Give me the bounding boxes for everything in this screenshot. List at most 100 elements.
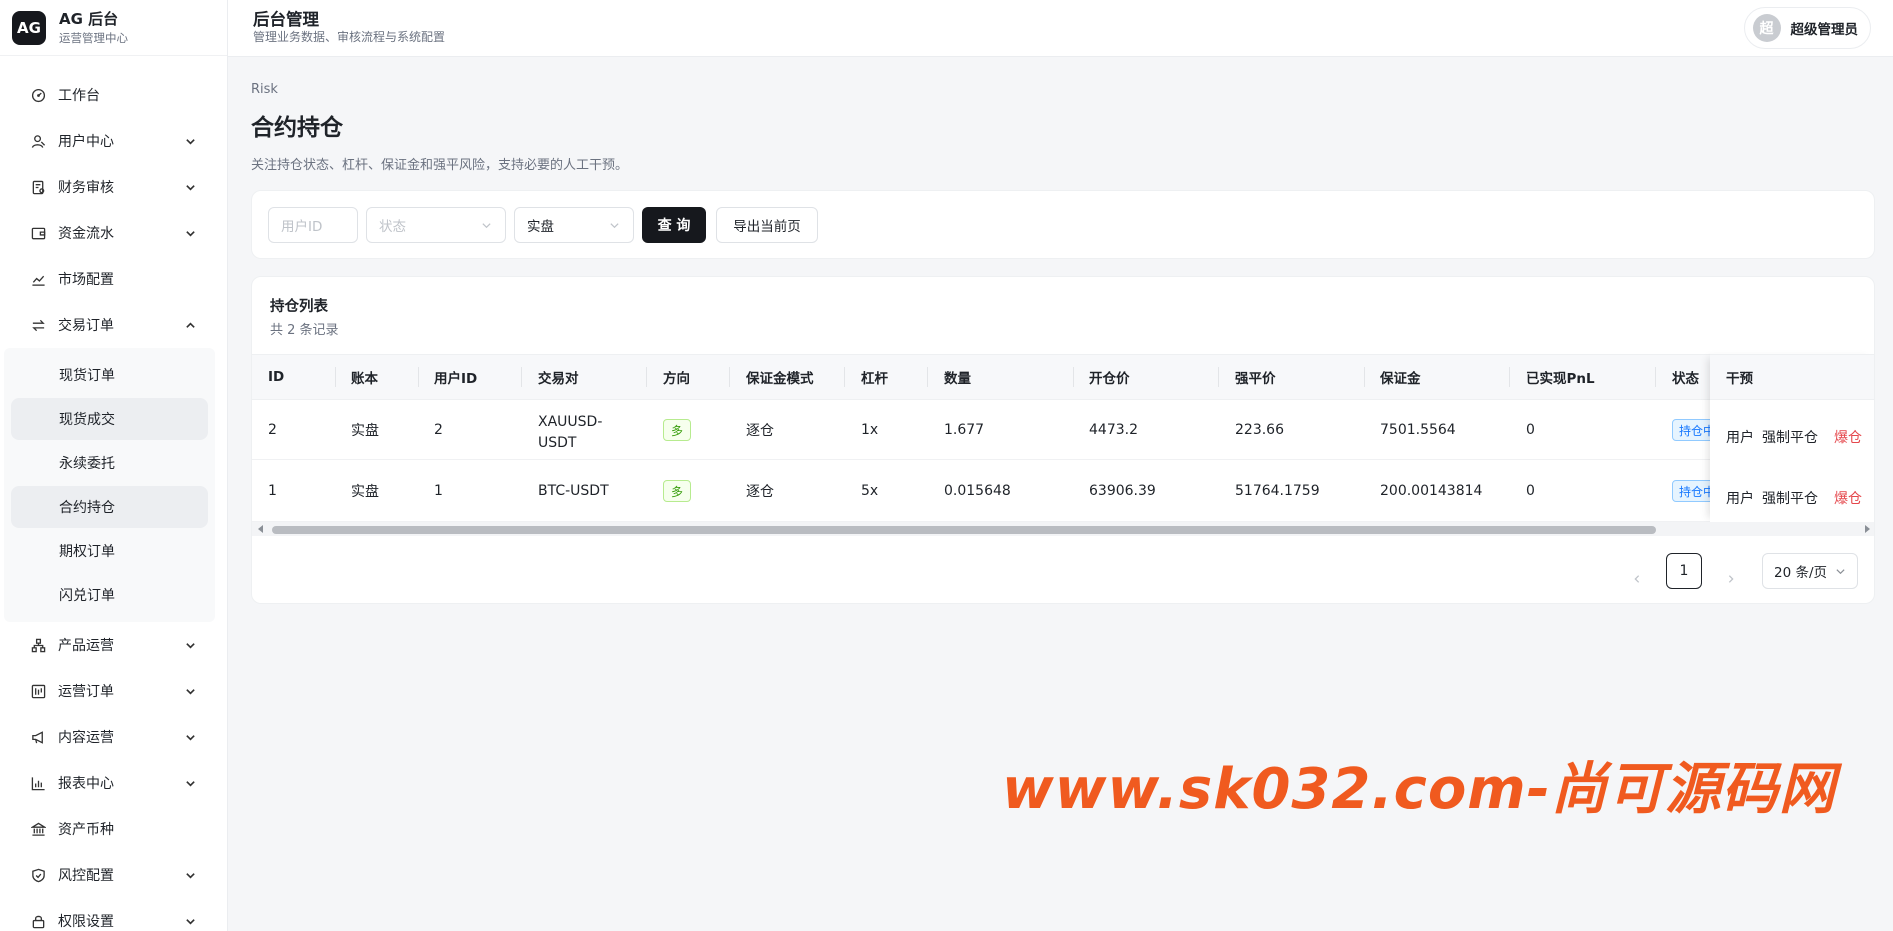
- pagination-prev-icon[interactable]: [1625, 567, 1649, 591]
- sidebar-item-label: 权限设置: [58, 914, 114, 930]
- col-open-price: 开仓价: [1089, 371, 1130, 387]
- sidebar-item-finance-audit[interactable]: 财务审核: [0, 164, 227, 210]
- sidebar-item-product-ops[interactable]: 产品运营: [0, 622, 227, 668]
- query-button[interactable]: 查 询: [642, 207, 706, 243]
- sidebar-item-label: 报表中心: [58, 776, 114, 792]
- cell-margin-mode: 逐仓: [746, 484, 774, 500]
- user-icon: [30, 133, 46, 149]
- audit-icon: [30, 179, 46, 195]
- chevron-down-icon: [184, 639, 196, 651]
- side-tag-long: 多: [663, 480, 691, 502]
- brand-subtitle: 运营管理中心: [59, 30, 128, 45]
- avatar: 超: [1752, 14, 1781, 42]
- sidebar-item-label: 财务审核: [58, 180, 114, 196]
- header-title: 后台管理: [253, 10, 319, 29]
- sidebar-subitem-contract-positions[interactable]: 合约持仓: [11, 486, 208, 528]
- export-button[interactable]: 导出当前页: [716, 207, 818, 243]
- col-pair: 交易对: [538, 371, 579, 387]
- bar-chart-icon: [30, 775, 46, 791]
- chevron-down-icon: [184, 227, 196, 239]
- sidebar-item-risk-config[interactable]: 风控配置: [0, 852, 227, 898]
- sidebar-item-report-center[interactable]: 报表中心: [0, 760, 227, 806]
- cell-pair-line1: XAUUSD-: [538, 414, 603, 430]
- sidebar-item-user-center[interactable]: 用户中心: [0, 118, 227, 164]
- account-select[interactable]: 实盘: [514, 207, 634, 243]
- bank-icon: [30, 821, 46, 837]
- sidebar-subitem-option-orders[interactable]: 期权订单: [11, 530, 208, 572]
- top-header: 后台管理 管理业务数据、审核流程与系统配置 超 超级管理员: [228, 0, 1893, 57]
- sidebar-item-label: 内容运营: [58, 730, 114, 746]
- brand[interactable]: AG AG 后台 运营管理中心: [0, 0, 227, 56]
- sidebar-item-ops-orders[interactable]: 运营订单: [0, 668, 227, 714]
- chevron-down-icon: [184, 135, 196, 147]
- sidebar-item-content-ops[interactable]: 内容运营: [0, 714, 227, 760]
- side-tag-long: 多: [663, 419, 691, 441]
- sidebar-item-permission[interactable]: 权限设置: [0, 898, 227, 931]
- sidebar-subitem-flash-swap-orders[interactable]: 闪兑订单: [11, 574, 208, 616]
- sidebar-item-market-config[interactable]: 市场配置: [0, 256, 227, 302]
- sidebar-subitem-perp-orders[interactable]: 永续委托: [11, 442, 208, 484]
- cell-quantity: 0.015648: [944, 483, 1011, 499]
- action-user-link[interactable]: 用户: [1726, 488, 1754, 508]
- sidebar-item-dashboard[interactable]: 工作台: [0, 72, 227, 118]
- page-size-select[interactable]: 20 条/页: [1762, 553, 1858, 589]
- cell-book: 实盘: [351, 484, 379, 500]
- action-user-link[interactable]: 用户: [1726, 427, 1754, 447]
- sidebar: AG AG 后台 运营管理中心 工作台 用户中心 财务审核 资金流水 市场配置 …: [0, 0, 228, 931]
- shield-icon: [30, 867, 46, 883]
- col-book: 账本: [351, 371, 378, 387]
- sidebar-subitem-spot-orders[interactable]: 现货订单: [11, 354, 208, 396]
- page-description: 关注持仓状态、杠杆、保证金和强平风险，支持必要的人工干预。: [251, 158, 629, 173]
- sidebar-item-label: 市场配置: [58, 272, 114, 288]
- cell-open-price: 4473.2: [1089, 422, 1138, 438]
- action-force-close-link[interactable]: 强制平仓: [1762, 488, 1818, 508]
- scrollbar-thumb[interactable]: [272, 526, 1656, 534]
- megaphone-icon: [30, 729, 46, 745]
- pagination-page-1[interactable]: 1: [1666, 553, 1702, 589]
- cell-book: 实盘: [351, 423, 379, 439]
- col-user-id: 用户ID: [434, 371, 478, 387]
- col-side: 方向: [663, 371, 690, 387]
- brand-title: AG 后台: [59, 9, 119, 28]
- user-menu[interactable]: 超 超级管理员: [1743, 7, 1871, 49]
- chevron-up-icon: [184, 319, 196, 331]
- cell-quantity: 1.677: [944, 422, 985, 438]
- cell-realized-pnl: 0: [1526, 483, 1535, 499]
- sidebar-item-fund-flow[interactable]: 资金流水: [0, 210, 227, 256]
- scroll-right-arrow-icon[interactable]: [1862, 524, 1872, 534]
- cell-leverage: 1x: [861, 422, 879, 438]
- cell-margin: 7501.5564: [1380, 422, 1456, 438]
- brand-logo: AG: [12, 10, 46, 45]
- table-horizontal-scrollbar[interactable]: [252, 522, 1874, 536]
- scroll-left-arrow-icon[interactable]: [256, 524, 266, 534]
- page-size-value: 20 条/页: [1774, 565, 1828, 581]
- cell-user-id: 1: [434, 483, 443, 499]
- action-liquidate-link[interactable]: 爆仓: [1834, 427, 1862, 447]
- col-leverage: 杠杆: [861, 371, 888, 387]
- action-force-close-link[interactable]: 强制平仓: [1762, 427, 1818, 447]
- chevron-down-icon: [184, 731, 196, 743]
- swap-icon: [30, 317, 46, 333]
- col-quantity: 数量: [944, 371, 971, 387]
- cell-pair: XAUUSD- USDT: [538, 412, 602, 454]
- cell-liq-price: 223.66: [1235, 422, 1284, 438]
- chevron-down-icon: [184, 915, 196, 927]
- sidebar-subitem-spot-trades[interactable]: 现货成交: [11, 398, 208, 440]
- status-select[interactable]: 状态: [366, 207, 506, 243]
- action-liquidate-link[interactable]: 爆仓: [1834, 488, 1862, 508]
- pagination-next-icon[interactable]: [1719, 567, 1743, 591]
- chevron-down-icon: [184, 869, 196, 881]
- trade-orders-submenu: 现货订单 现货成交 永续委托 合约持仓 期权订单 闪兑订单: [4, 348, 215, 622]
- cell-margin-mode: 逐仓: [746, 423, 774, 439]
- sidebar-menu: 工作台 用户中心 财务审核 资金流水 市场配置 交易订单 现货订单 现货成交 永…: [0, 56, 227, 931]
- sidebar-item-label: 运营订单: [58, 684, 114, 700]
- wallet-icon: [30, 225, 46, 241]
- col-id: ID: [268, 369, 285, 385]
- positions-table-card: 持仓列表 共 2 条记录 ID 账本 用户ID 交易对 方向 保证金模式 杠杆 …: [251, 276, 1875, 604]
- cluster-icon: [30, 637, 46, 653]
- sidebar-item-trade-orders[interactable]: 交易订单: [0, 302, 227, 348]
- user-id-input[interactable]: 用户ID: [268, 207, 358, 243]
- cell-margin: 200.00143814: [1380, 483, 1483, 499]
- sidebar-item-asset-currency[interactable]: 资产币种: [0, 806, 227, 852]
- cell-id: 2: [268, 422, 277, 438]
